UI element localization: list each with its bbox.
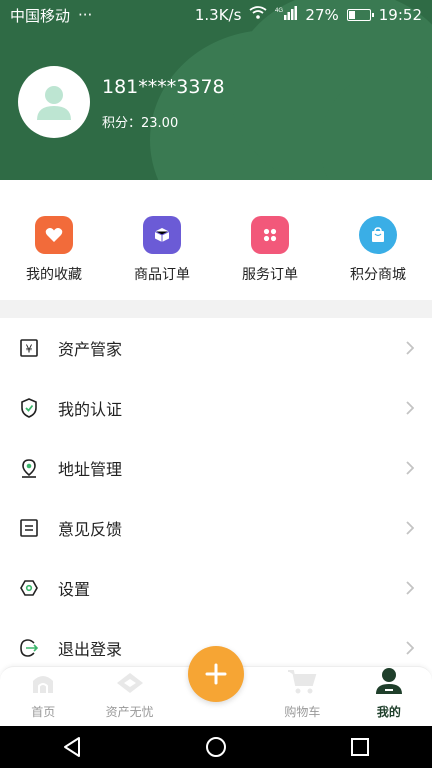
menu-item-label: 设置: [58, 580, 91, 599]
location-pin-icon: [20, 459, 38, 478]
shopping-bag-icon: [359, 216, 397, 254]
menu-list: ¥ 资产管家 我的认证 地址管理 意见反馈 设置 退出登录: [0, 318, 432, 688]
tab-label: 我的: [376, 705, 401, 719]
tab-label: 资产无忧: [105, 705, 154, 719]
battery-percent: 27%: [305, 6, 339, 24]
back-button[interactable]: [52, 727, 92, 767]
carrier-label: 中国移动: [10, 6, 71, 25]
battery-fill: [348, 11, 355, 19]
quick-action-label: 服务订单: [242, 267, 298, 283]
tab-cart[interactable]: 购物车: [259, 667, 345, 726]
chevron-right-icon: [406, 580, 415, 599]
menu-item-label: 退出登录: [58, 640, 123, 659]
add-button[interactable]: [188, 646, 244, 702]
chevron-right-icon: [406, 400, 415, 419]
chevron-right-icon: [406, 460, 415, 479]
clock: 19:52: [378, 6, 422, 24]
home-circle-icon: [206, 737, 226, 757]
home-icon: [30, 671, 56, 699]
tab-label: 首页: [31, 705, 56, 719]
chevron-right-icon: [406, 340, 415, 359]
tab-mine[interactable]: 我的: [346, 667, 432, 726]
cart-icon: [287, 669, 317, 699]
back-triangle-icon: [64, 737, 80, 757]
quick-actions: 我的收藏 商品订单 服务订单 积分商城: [0, 180, 432, 300]
avatar[interactable]: [18, 66, 90, 138]
menu-item-assets[interactable]: ¥ 资产管家: [0, 318, 432, 378]
logout-icon: [20, 639, 38, 657]
user-icon: [375, 667, 403, 699]
wifi-icon: [249, 6, 267, 24]
quick-action-service-orders[interactable]: 服务订单: [216, 180, 324, 300]
tab-label: 购物车: [284, 705, 321, 719]
recents-square-icon: [351, 738, 369, 756]
menu-item-label: 我的认证: [58, 400, 123, 419]
system-navigation-bar: [0, 726, 432, 768]
svg-text:¥: ¥: [26, 343, 33, 356]
yen-icon: ¥: [20, 339, 38, 357]
signal-icon: 4G: [275, 6, 298, 24]
network-speed: 1.3K/s: [194, 6, 242, 24]
settings-icon: [20, 579, 38, 597]
heart-icon: [35, 216, 73, 254]
status-more-dots: ···: [78, 6, 93, 24]
quick-action-label: 商品订单: [134, 267, 190, 283]
shield-check-icon: [20, 398, 38, 418]
chevron-right-icon: [406, 640, 415, 659]
battery-icon: [346, 9, 374, 21]
tab-home[interactable]: 首页: [0, 667, 86, 726]
quick-action-points-mall[interactable]: 积分商城: [324, 180, 432, 300]
plus-icon: [205, 663, 227, 685]
menu-item-label: 资产管家: [58, 340, 123, 359]
chevron-right-icon: [406, 520, 415, 539]
svg-text:4G: 4G: [275, 8, 283, 14]
home-nav-button[interactable]: [196, 727, 236, 767]
quick-action-favorites[interactable]: 我的收藏: [0, 180, 108, 300]
menu-item-label: 地址管理: [58, 460, 123, 479]
user-phone: 181****3378: [102, 76, 225, 98]
quick-action-product-orders[interactable]: 商品订单: [108, 180, 216, 300]
feedback-icon: [20, 519, 38, 537]
user-placeholder-icon: [37, 86, 71, 120]
menu-item-settings[interactable]: 设置: [0, 558, 432, 618]
menu-item-address[interactable]: 地址管理: [0, 438, 432, 498]
tab-assets[interactable]: 资产无忧: [86, 667, 172, 726]
recents-button[interactable]: [340, 727, 380, 767]
menu-item-feedback[interactable]: 意见反馈: [0, 498, 432, 558]
menu-item-label: 意见反馈: [58, 520, 123, 539]
quick-action-label: 积分商城: [350, 267, 406, 283]
box-icon: [143, 216, 181, 254]
menu-item-certification[interactable]: 我的认证: [0, 378, 432, 438]
grid-icon: [251, 216, 289, 254]
user-points: 积分：23.00: [102, 116, 179, 131]
assets-icon: [115, 671, 145, 699]
status-bar: 中国移动 ··· 1.3K/s 4G 27% 19:52: [0, 0, 432, 30]
quick-action-label: 我的收藏: [26, 267, 82, 283]
